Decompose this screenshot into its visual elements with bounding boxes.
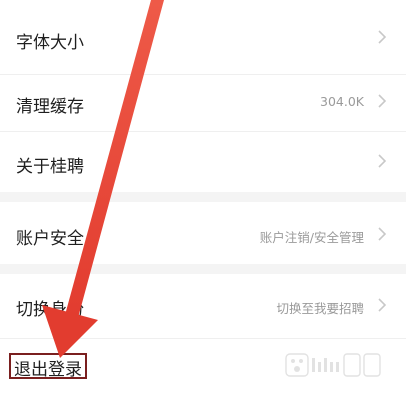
watermark-logo xyxy=(285,353,381,377)
cache-size-value: 304.0K xyxy=(320,94,364,109)
settings-row-clear-cache[interactable]: 清理缓存 304.0K xyxy=(0,75,406,131)
chevron-right-icon xyxy=(378,94,387,108)
clear-cache-label: 清理缓存 xyxy=(16,97,84,117)
chevron-right-icon xyxy=(378,30,387,44)
section-divider xyxy=(0,192,406,202)
settings-row-about[interactable]: 关于桂聘 xyxy=(0,132,406,192)
account-security-label: 账户安全 xyxy=(16,229,84,249)
chevron-right-icon xyxy=(378,227,387,241)
settings-screen: 字体大小 清理缓存 304.0K 关于桂聘 账户安全 账户注销/安全管理 切换身… xyxy=(0,0,406,401)
chevron-right-icon xyxy=(378,154,387,168)
logout-button[interactable]: 退出登录 xyxy=(14,355,82,380)
settings-row-account-security[interactable]: 账户安全 账户注销/安全管理 xyxy=(0,202,406,264)
switch-identity-label: 切换身份 xyxy=(16,300,84,320)
switch-identity-value: 切换至我要招聘 xyxy=(276,301,364,316)
about-label: 关于桂聘 xyxy=(16,157,84,177)
settings-row-font-size[interactable]: 字体大小 xyxy=(0,0,406,74)
font-size-label: 字体大小 xyxy=(16,33,84,53)
settings-row-switch-identity[interactable]: 切换身份 切换至我要招聘 xyxy=(0,274,406,338)
chevron-right-icon xyxy=(378,298,387,312)
section-divider xyxy=(0,264,406,274)
account-security-value: 账户注销/安全管理 xyxy=(259,230,364,245)
